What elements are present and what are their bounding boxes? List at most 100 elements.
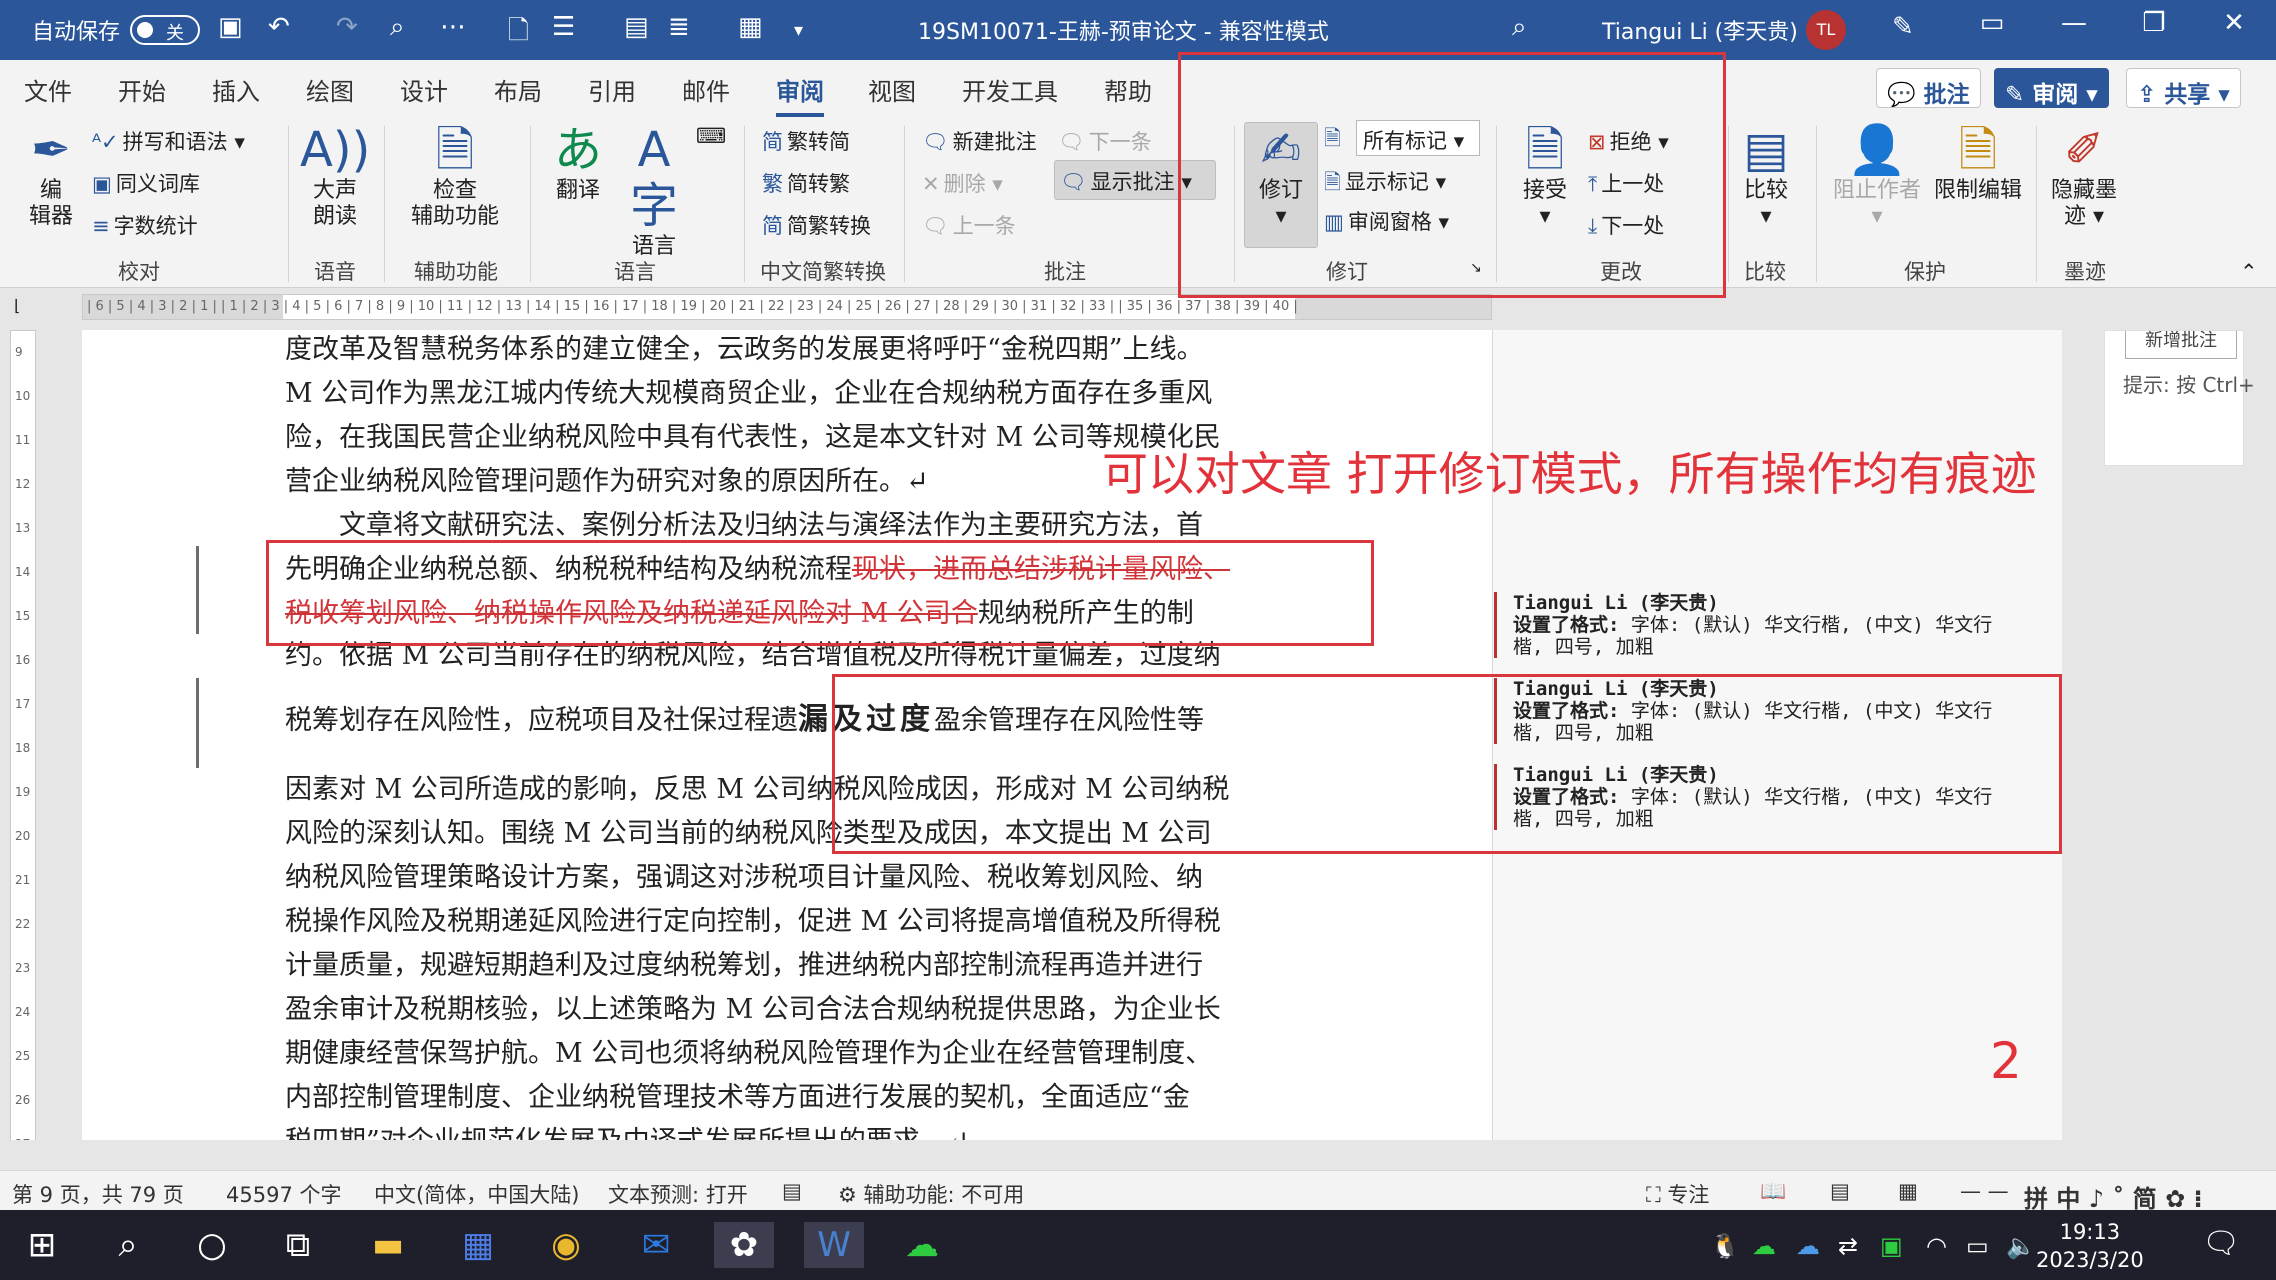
pen-icon[interactable]: ✎ xyxy=(1892,12,1914,42)
comments-button[interactable]: 💬 批注 xyxy=(1876,68,1981,108)
tab-mailings[interactable]: 邮件 xyxy=(682,72,730,107)
tab-design[interactable]: 设计 xyxy=(400,72,448,107)
trad-to-simp-button[interactable]: 简繁转简 xyxy=(762,126,850,156)
tab-file[interactable]: 文件 xyxy=(24,72,72,107)
file-explorer-icon[interactable]: ▬ xyxy=(358,1222,418,1268)
minimize-icon[interactable]: — xyxy=(2044,8,2104,38)
read-mode-icon[interactable]: 📖 xyxy=(1760,1179,1786,1204)
system-clock[interactable]: 19:13 2023/3/20 xyxy=(2036,1218,2144,1274)
new-doc-icon[interactable]: 🗋 xyxy=(508,12,529,56)
focus-button[interactable]: ⛶ 专注 xyxy=(1646,1179,1709,1209)
doc-line[interactable]: 盈余审计及税期核验，以上述策略为 M 公司合法合规纳税提供思路，为企业长 xyxy=(285,988,1221,1032)
green-app-icon[interactable]: ▣ xyxy=(1880,1232,1903,1260)
wechat-tray-icon[interactable]: ☁ xyxy=(1752,1232,1776,1260)
tab-references[interactable]: 引用 xyxy=(588,72,636,107)
ribbon-display-icon[interactable]: ▭ xyxy=(1962,8,2022,38)
accessibility-status[interactable]: ⚙ 辅助功能: 不可用 xyxy=(838,1179,1024,1209)
spelling-button[interactable]: ᴬ✓ 拼写和语法 ▾ xyxy=(92,126,245,156)
avatar[interactable]: TL xyxy=(1806,10,1846,50)
wechat-icon[interactable]: ☁ xyxy=(892,1222,952,1268)
simp-trad-convert-button[interactable]: 简简繁转换 xyxy=(762,210,871,240)
document-title[interactable]: 19SM10071-王赫-预审论文 - 兼容性模式 xyxy=(918,14,1329,46)
select-icon[interactable]: ⋯ xyxy=(440,12,466,42)
vertical-ruler[interactable]: 9 10 11 12 13 14 15 16 17 18 19 20 21 22… xyxy=(10,330,36,1160)
print-layout-icon[interactable]: ▤ xyxy=(1830,1179,1850,1203)
new-comment-card-button[interactable]: 新增批注 xyxy=(2125,331,2237,359)
notification-icon[interactable]: 🗨 xyxy=(2202,1226,2240,1261)
review-mode-button[interactable]: ✎ 审阅 ▾ xyxy=(1994,68,2109,108)
tab-view[interactable]: 视图 xyxy=(868,72,916,107)
volume-icon[interactable]: 🔈 xyxy=(2006,1232,2036,1260)
zoom-slider[interactable]: — — xyxy=(1960,1179,2009,1203)
check-accessibility-button[interactable]: 🗎 检查 辅助功能 xyxy=(398,122,512,230)
tab-developer[interactable]: 开发工具 xyxy=(962,72,1058,107)
undo-icon[interactable]: ↶ xyxy=(268,12,290,42)
text-predictions-status[interactable]: 文本预测: 打开 xyxy=(608,1179,748,1209)
customize-icon[interactable]: ▾ xyxy=(794,20,803,41)
ime-toolbar[interactable]: 拼 中 ♪ ˚ 简 ✿ ⁝ xyxy=(2024,1179,2203,1214)
compare-button[interactable]: ▤ 比较 ▾ xyxy=(1732,122,1800,230)
search-icon[interactable]: ⌕ xyxy=(390,12,405,43)
search-icon[interactable]: ⌕ xyxy=(1512,12,1527,43)
windows-start-icon[interactable]: ⊞ xyxy=(12,1222,72,1268)
battery-icon[interactable]: ▭ xyxy=(1966,1232,1989,1260)
macro-icon[interactable]: ▤ xyxy=(782,1179,802,1203)
language-button[interactable]: A字 语言 xyxy=(620,122,688,260)
tab-layout[interactable]: 布局 xyxy=(494,72,542,107)
next-comment-button[interactable]: 🗨 下一条 xyxy=(1058,126,1152,156)
qq-icon[interactable]: 🐧 xyxy=(1710,1232,1740,1260)
search-icon[interactable]: ⌕ xyxy=(98,1222,158,1268)
tab-insert[interactable]: 插入 xyxy=(212,72,260,107)
form-icon[interactable]: ▦ xyxy=(738,12,763,42)
delete-comment-button[interactable]: ✕ 删除 ▾ xyxy=(922,168,1003,198)
thesaurus-button[interactable]: ▣ 同义词库 xyxy=(92,168,200,198)
doc-line[interactable]: 纳税风险管理策略设计方案，强调这对涉税项目计量风险、税收筹划风险、纳 xyxy=(285,856,1203,900)
tab-draw[interactable]: 绘图 xyxy=(306,72,354,107)
network-app-icon[interactable]: ⇄ xyxy=(1838,1232,1858,1260)
app-icon[interactable]: ✿ xyxy=(714,1222,774,1268)
wifi-icon[interactable]: ◠ xyxy=(1926,1232,1947,1260)
doc-line[interactable]: 税四期”对企业规范化发展及中译式发展所提出的要求。↵ xyxy=(285,1120,969,1140)
doc-line[interactable]: 险，在我国民营企业纳税风险中具有代表性，这是本文针对 M 公司等规模化民 xyxy=(285,416,1221,460)
save-icon[interactable]: ▣ xyxy=(218,12,243,42)
previous-comment-button[interactable]: 🗨 上一条 xyxy=(922,210,1016,240)
simp-to-trad-button[interactable]: 繁简转繁 xyxy=(762,168,850,198)
doc-line[interactable]: M 公司作为黑龙江城内传统大规模商贸企业，企业在合规纳税方面存在多重风 xyxy=(285,372,1212,416)
redo-icon[interactable]: ↷ xyxy=(336,12,358,42)
word-icon[interactable]: W xyxy=(804,1222,864,1268)
doc-line[interactable]: 度改革及智慧税务体系的建立健全，云政务的发展更将呼吁“金税四期”上线。 xyxy=(285,328,1204,372)
tab-home[interactable]: 开始 xyxy=(118,72,166,107)
word-count[interactable]: 45597 个字 xyxy=(226,1179,341,1209)
layout-icon[interactable]: ☰ xyxy=(552,12,575,42)
calendar-icon[interactable]: ▦ xyxy=(448,1222,508,1268)
doc-line[interactable]: 税操作风险及税期递延风险进行定向控制，促进 M 公司将提高增值税及所得税 xyxy=(285,900,1221,944)
doc-line[interactable]: 计量质量，规避短期趋利及过度纳税筹划，推进纳税内部控制流程再造并进行 xyxy=(285,944,1203,988)
share-button[interactable]: ⇪ 共享 ▾ xyxy=(2126,68,2241,108)
user-name[interactable]: Tiangui Li (李天贵) xyxy=(1602,14,1798,46)
translate-button[interactable]: あ 翻译 xyxy=(544,122,612,204)
cloud-icon[interactable]: ☁ xyxy=(1796,1232,1820,1260)
chrome-icon[interactable]: ◉ xyxy=(536,1222,596,1268)
editor-button[interactable]: ✒ 编 辑器 xyxy=(18,122,84,230)
read-aloud-button[interactable]: A)) 大声 朗读 xyxy=(300,122,370,230)
word-count-button[interactable]: ≡ 字数统计 xyxy=(92,210,198,240)
tab-selector-icon[interactable]: ⌊ xyxy=(14,296,20,315)
document-icon[interactable]: ▤ xyxy=(624,12,649,42)
task-view-icon[interactable]: ⧉ xyxy=(268,1222,328,1268)
collapse-ribbon-icon[interactable]: ⌃ xyxy=(2240,260,2258,284)
web-layout-icon[interactable]: ▦ xyxy=(1898,1179,1918,1203)
outlook-icon[interactable]: ✉ xyxy=(626,1222,686,1268)
language-status[interactable]: 中文(简体，中国大陆) xyxy=(374,1179,579,1209)
list-icon[interactable]: ≣ xyxy=(668,12,690,42)
format-balloon[interactable]: Tiangui Li (李天贵) 设置了格式: 字体: (默认) 华文行楷, (… xyxy=(1494,592,1992,658)
doc-line[interactable]: 内部控制管理制度、企业纳税管理技术等方面进行发展的契机，全面适应“金 xyxy=(285,1076,1190,1120)
block-authors-button[interactable]: 👤 阻止作者 ▾ xyxy=(1826,122,1928,230)
tab-review[interactable]: 审阅 xyxy=(776,72,824,117)
restore-icon[interactable]: ❐ xyxy=(2124,8,2184,38)
autosave-toggle[interactable]: 关 xyxy=(130,15,200,45)
doc-line[interactable]: 营企业纳税风险管理问题作为研究对象的原因所在。↵ xyxy=(285,460,929,504)
page-count[interactable]: 第 9 页，共 79 页 xyxy=(12,1179,184,1209)
keyboard-icon[interactable]: ⌨ xyxy=(696,124,726,148)
tab-help[interactable]: 帮助 xyxy=(1104,72,1152,107)
close-icon[interactable]: ✕ xyxy=(2204,8,2264,38)
